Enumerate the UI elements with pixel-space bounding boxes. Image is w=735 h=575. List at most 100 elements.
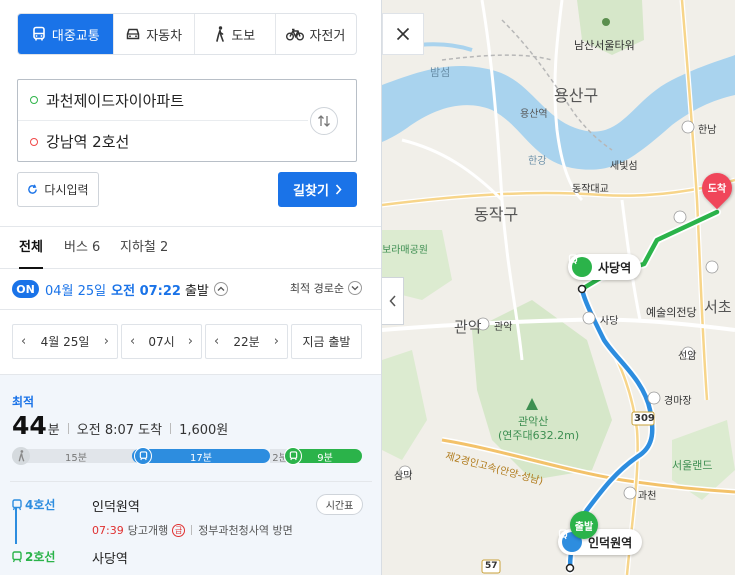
best-route-card[interactable]: 최적 44 분 오전 8:07 도착 1,600원 15분 17분 2분 9분 bbox=[0, 374, 381, 575]
best-badge: 최적 bbox=[12, 395, 35, 409]
date-picker-value: 4월 25일 bbox=[40, 335, 90, 349]
map-view[interactable]: 남산서울타워 용산구 밤섬 용산역 한강 세빛섬 동작대교 한남 동작구 보라매… bbox=[382, 0, 735, 575]
date-next-button[interactable]: › bbox=[104, 334, 109, 349]
walk-duration: 15분 bbox=[65, 452, 87, 464]
map-label-sammak: 삼막 bbox=[394, 471, 413, 482]
route-input-box: 과천제이드자이아파트 강남역 2호선 bbox=[17, 79, 357, 162]
destination-marker-label[interactable]: 도착 bbox=[702, 180, 732, 195]
next-train-time: 07:39 bbox=[92, 523, 124, 537]
origin-text: 과천제이드자이아파트 bbox=[46, 91, 185, 110]
chevron-up-icon[interactable] bbox=[213, 282, 228, 296]
hour-prev-button[interactable]: ‹ bbox=[130, 334, 135, 349]
departure-on-toggle[interactable]: ON bbox=[12, 280, 39, 298]
origin-dot-icon bbox=[30, 96, 38, 104]
separator bbox=[191, 525, 193, 535]
result-filter-tabs: 전체 버스 6 지하철 2 bbox=[0, 227, 381, 269]
step-line4: 4호선 bbox=[12, 496, 55, 513]
step-line2: 2호선 bbox=[12, 548, 55, 565]
minute-next-button[interactable]: › bbox=[274, 334, 279, 349]
sort-dropdown[interactable]: 최적 경로순 bbox=[290, 280, 362, 296]
departure-date: 04월 25일 bbox=[45, 283, 107, 299]
map-label-sebit: 세빛섬 bbox=[610, 161, 638, 172]
map-label-yongsan-station: 용산역 bbox=[520, 109, 548, 120]
route-summary: 44 분 오전 8:07 도착 1,600원 bbox=[12, 411, 228, 440]
departure-time: 오전 07:22 bbox=[111, 283, 181, 299]
mode-transit-tab[interactable]: 대중교통 bbox=[18, 14, 113, 54]
mode-walk-tab[interactable]: 도보 bbox=[193, 14, 275, 54]
map-label-bamseom: 밤섬 bbox=[430, 66, 451, 79]
mode-bicycle-tab[interactable]: 자전거 bbox=[274, 14, 356, 54]
mode-car-tab[interactable]: 자동차 bbox=[112, 14, 194, 54]
chevron-down-icon bbox=[348, 281, 362, 295]
timeline-line4-segment: 17분 bbox=[132, 449, 270, 464]
map-label-gyeongmajang: 경마장 bbox=[664, 396, 692, 407]
date-picker: ‹ 4월 25일 › bbox=[12, 324, 118, 359]
swap-route-button[interactable] bbox=[310, 107, 338, 135]
subway-icon bbox=[12, 498, 22, 510]
tab-bus[interactable]: 버스 6 bbox=[64, 227, 100, 269]
map-label-art-center: 예술의전당 bbox=[646, 306, 697, 319]
transfer-station: 사당역 bbox=[92, 552, 128, 567]
timetable-button[interactable]: 시간표 bbox=[316, 494, 363, 515]
bus-icon bbox=[31, 26, 47, 42]
destination-field[interactable]: 강남역 2호선 bbox=[18, 121, 308, 162]
boarding-station: 인덕원역 bbox=[92, 500, 140, 515]
line4-connector bbox=[15, 508, 17, 544]
bicycle-icon bbox=[286, 27, 305, 41]
reset-button[interactable]: 다시입력 bbox=[17, 172, 99, 207]
date-prev-button[interactable]: ‹ bbox=[21, 334, 26, 349]
app-root: 대중교통 자동차 도보 자전거 과천제이드자이아파트 강남역 2호선 다시입력 … bbox=[0, 0, 735, 575]
map-label-seocho: 서초 bbox=[704, 298, 732, 316]
directions-panel: 대중교통 자동차 도보 자전거 과천제이드자이아파트 강남역 2호선 다시입력 … bbox=[0, 0, 382, 575]
close-panel-button[interactable] bbox=[382, 13, 424, 55]
express-badge: 급 bbox=[172, 523, 186, 537]
tab-all[interactable]: 전체 bbox=[19, 227, 43, 269]
departure-suffix: 출발 bbox=[184, 283, 209, 299]
tab-subway[interactable]: 지하철 2 bbox=[120, 227, 168, 269]
transport-mode-tabs: 대중교통 자동차 도보 자전거 bbox=[17, 13, 357, 55]
subway-icon bbox=[134, 447, 152, 465]
hour-picker: ‹ 07시 › bbox=[121, 324, 202, 359]
collapse-panel-button[interactable] bbox=[382, 277, 404, 325]
arrival-time: 오전 8:07 도착 bbox=[76, 423, 163, 438]
next-train-destination: 당고개행 bbox=[127, 524, 169, 537]
mode-car-label: 자동차 bbox=[146, 28, 183, 44]
next-train-info: 07:39 당고개행 급 정부과천청사역 방면 bbox=[92, 522, 293, 538]
line4-duration: 17분 bbox=[190, 452, 212, 464]
chevron-right-icon bbox=[335, 184, 342, 195]
line2-name: 2호선 bbox=[25, 550, 56, 564]
destination-text: 강남역 2호선 bbox=[46, 133, 130, 151]
map-label-gwanaksan-height: (연주대632.2m) bbox=[498, 429, 580, 442]
minute-prev-button[interactable]: ‹ bbox=[214, 334, 219, 349]
timeline-walk-segment: 15분 bbox=[12, 449, 140, 464]
map-label-sadang-ic: 사당 bbox=[600, 316, 619, 327]
minutes-unit: 분 bbox=[47, 423, 60, 438]
line2-duration: 9분 bbox=[317, 452, 333, 464]
walk-icon bbox=[12, 447, 30, 465]
find-route-button[interactable]: 길찾기 bbox=[278, 172, 357, 207]
origin-field[interactable]: 과천제이드자이아파트 bbox=[18, 80, 308, 121]
reset-label: 다시입력 bbox=[44, 183, 89, 197]
map-label-dongjak-gu: 동작구 bbox=[474, 205, 519, 224]
find-route-label: 길찾기 bbox=[293, 184, 329, 199]
map-label-seoul-land: 서울랜드 bbox=[672, 459, 713, 472]
minute-picker-value: 22분 bbox=[233, 335, 260, 349]
depart-now-button[interactable]: 지금 출발 bbox=[291, 324, 362, 359]
origin-marker[interactable]: 출발 bbox=[570, 511, 598, 539]
sadang-station-marker[interactable]: 사당역 bbox=[568, 254, 642, 280]
map-label-hangang: 한강 bbox=[528, 156, 547, 167]
subway-icon bbox=[568, 254, 592, 277]
line4-name: 4호선 bbox=[25, 498, 56, 512]
fare: 1,600원 bbox=[179, 423, 229, 438]
route-timeline-bar: 15분 17분 2분 9분 bbox=[12, 447, 362, 465]
refresh-icon bbox=[28, 184, 38, 194]
total-minutes: 44 bbox=[12, 411, 47, 440]
hour-picker-value: 07시 bbox=[148, 335, 175, 349]
map-label-gwanak-ic: 관악 bbox=[494, 322, 513, 333]
subway-icon bbox=[12, 550, 22, 562]
map-label-gwanak: 관악 bbox=[454, 318, 482, 336]
car-icon bbox=[125, 27, 141, 41]
induckwon-station-marker[interactable]: 인덕원역 bbox=[558, 529, 643, 555]
destination-dot-icon bbox=[30, 137, 38, 146]
hour-next-button[interactable]: › bbox=[188, 334, 193, 349]
